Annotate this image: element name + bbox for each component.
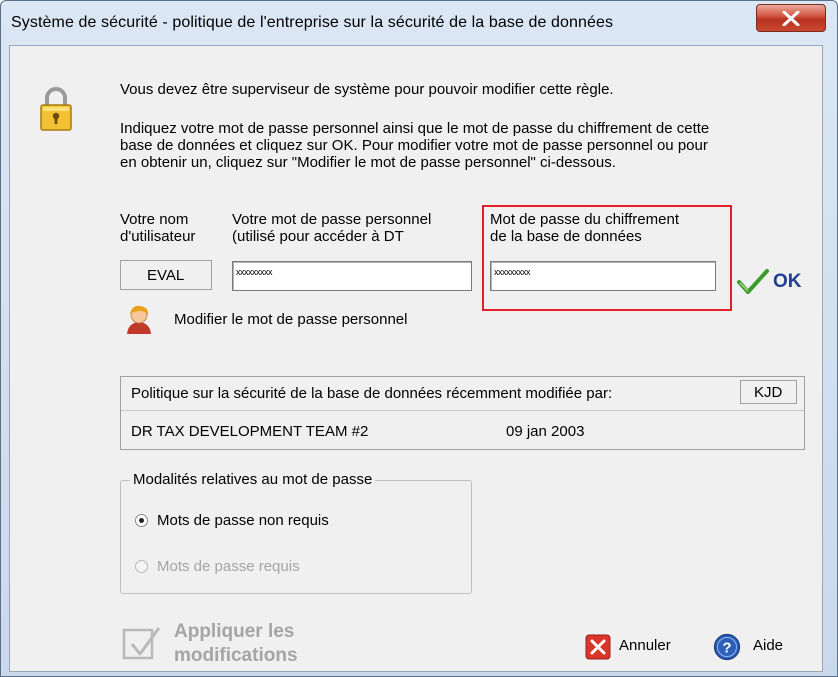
db-password-label-line1: Mot de passe du chiffrement xyxy=(490,211,679,228)
username-label-line1: Votre nom xyxy=(120,211,189,228)
radio-no-password-dot[interactable] xyxy=(135,514,148,527)
policy-date: 09 jan 2003 xyxy=(506,423,585,440)
personal-password-input[interactable]: xxxxxxxxx xyxy=(232,261,472,291)
policy-initials-box: KJD xyxy=(740,380,797,404)
dialog-window: Système de sécurité - politique de l'ent… xyxy=(0,0,838,677)
help-label: Aide xyxy=(753,637,784,654)
policy-divider xyxy=(121,410,804,411)
cancel-x-icon xyxy=(585,634,611,660)
supervisor-notice: Vous devez être superviseur de système p… xyxy=(120,81,614,98)
password-options-title: Modalités relatives au mot de passe xyxy=(130,471,376,488)
close-icon xyxy=(782,11,800,26)
apply-label-line2: modifications xyxy=(174,645,298,666)
policy-label: Politique sur la sécurité de la base de … xyxy=(131,385,613,402)
policy-initials: KJD xyxy=(754,384,783,401)
radio-password-required[interactable]: Mots de passe requis xyxy=(132,556,392,578)
checkmark-icon xyxy=(737,269,769,294)
instructions-line-3: en obtenir un, cliquez sur "Modifier le … xyxy=(120,154,616,171)
personal-password-label-line2: (utilisé pour accéder à DT xyxy=(232,228,404,245)
username-label-line2: d'utilisateur xyxy=(120,228,196,245)
change-password-label: Modifier le mot de passe personnel xyxy=(174,311,408,328)
personal-password-label-line1: Votre mot de passe personnel xyxy=(232,211,432,228)
window-title: Système de sécurité - politique de l'ent… xyxy=(11,14,614,31)
instructions-line-2: base de données et cliquez sur OK. Pour … xyxy=(120,137,708,154)
svg-text:?: ? xyxy=(722,640,731,657)
policy-team: DR TAX DEVELOPMENT TEAM #2 xyxy=(131,423,369,440)
help-button[interactable]: ? Aide xyxy=(713,632,803,662)
policy-panel: Politique sur la sécurité de la base de … xyxy=(120,376,805,450)
radio-password-required-dot[interactable] xyxy=(135,560,148,573)
radio-password-required-label: Mots de passe requis xyxy=(157,558,300,575)
radio-no-password[interactable]: Mots de passe non requis xyxy=(132,510,392,532)
apply-label-line1: Appliquer les xyxy=(174,621,295,642)
ok-button[interactable]: OK xyxy=(736,268,812,300)
dialog-body: Vous devez être superviseur de système p… xyxy=(9,45,823,672)
radio-no-password-label: Mots de passe non requis xyxy=(157,512,329,529)
cancel-label: Annuler xyxy=(619,637,671,654)
apply-icon xyxy=(122,627,161,660)
db-password-label-line2: de la base de données xyxy=(490,228,642,245)
ok-label: OK xyxy=(773,271,802,292)
change-password-button[interactable]: Modifier le mot de passe personnel xyxy=(122,304,462,334)
apply-changes-button[interactable]: Appliquer les modifications xyxy=(122,618,352,668)
close-button[interactable] xyxy=(756,4,826,32)
title-bar[interactable]: Système de sécurité - politique de l'ent… xyxy=(1,1,837,43)
instructions-line-1: Indiquez votre mot de passe personnel ai… xyxy=(120,120,710,137)
username-value: EVAL xyxy=(147,267,185,284)
cancel-button[interactable]: Annuler xyxy=(585,632,695,662)
db-password-input[interactable]: xxxxxxxxx xyxy=(490,261,716,291)
lock-icon xyxy=(40,87,72,131)
user-avatar-icon xyxy=(127,305,151,334)
username-display: EVAL xyxy=(120,260,212,290)
help-question-icon: ? xyxy=(713,633,741,661)
